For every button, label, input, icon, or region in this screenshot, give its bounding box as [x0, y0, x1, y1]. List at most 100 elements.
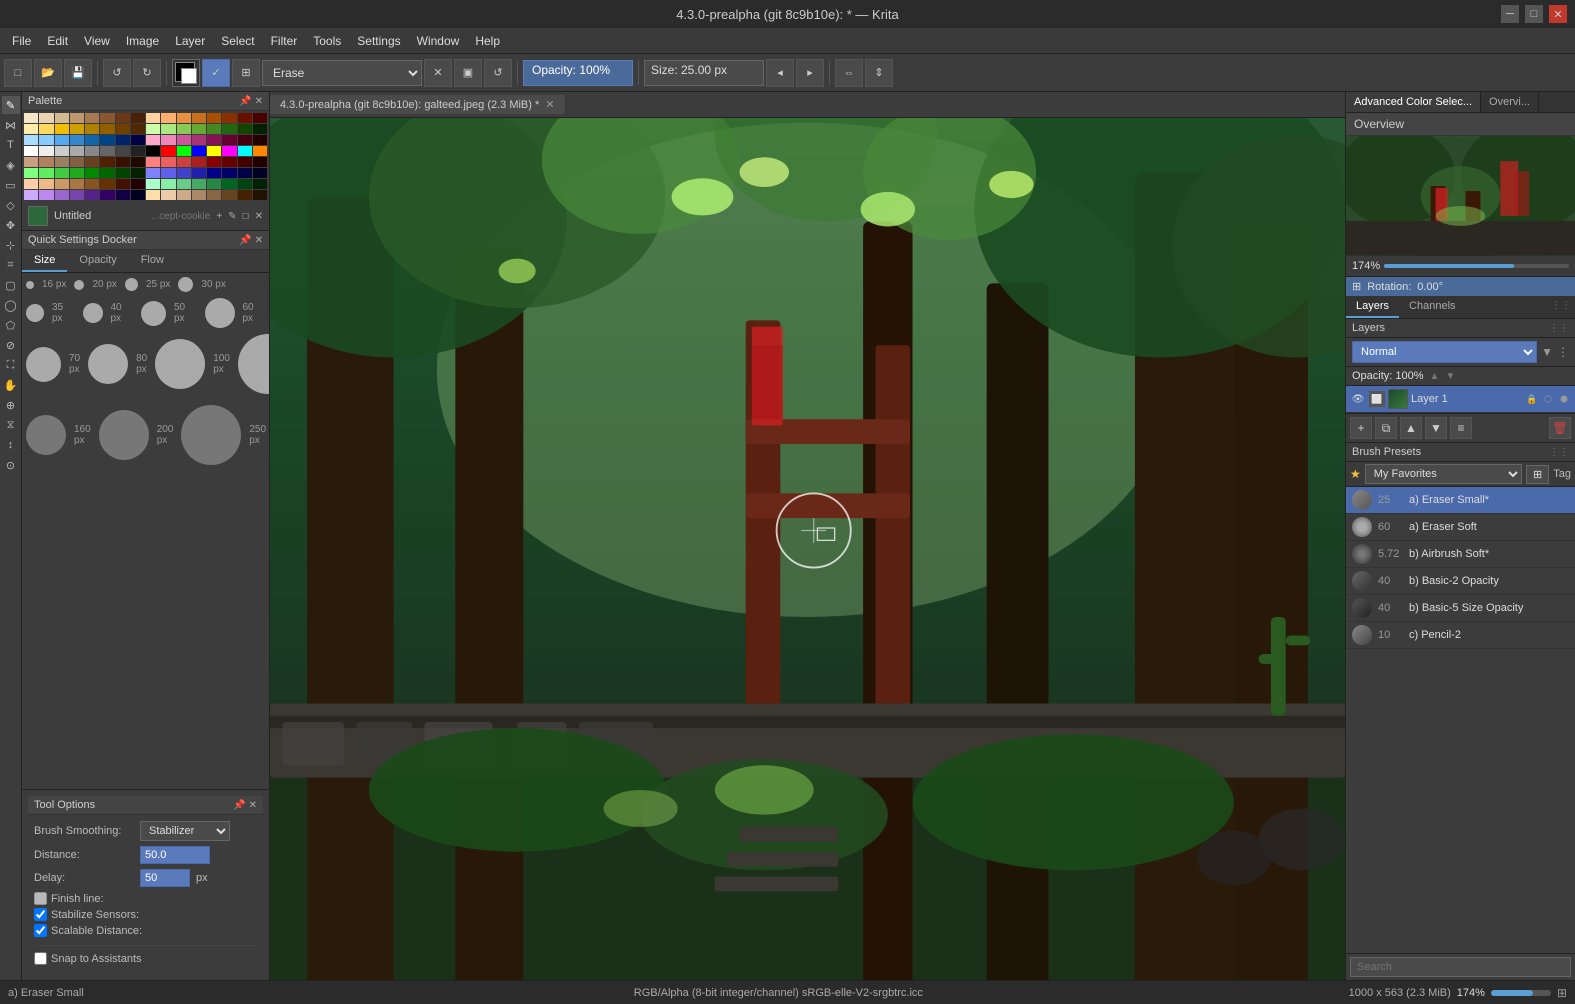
brush-dot-20[interactable]: [74, 280, 84, 290]
brush-dot-16[interactable]: [26, 281, 34, 289]
palette-cell[interactable]: [207, 157, 221, 167]
maximize-button[interactable]: □: [1525, 5, 1543, 23]
layers-options-icon[interactable]: ⋮⋮: [1547, 296, 1575, 318]
favorites-select[interactable]: My Favorites: [1365, 464, 1522, 484]
palette-cell[interactable]: [146, 179, 160, 189]
palette-cell[interactable]: [100, 146, 114, 156]
brush-checkbox[interactable]: ✓: [202, 59, 230, 87]
palette-cell[interactable]: [85, 157, 99, 167]
palette-cell[interactable]: [85, 146, 99, 156]
canvas-tab[interactable]: 4.3.0-prealpha (git 8c9b10e): galteed.jp…: [270, 95, 566, 114]
palette-cell[interactable]: [39, 113, 53, 123]
palette-cell[interactable]: [39, 124, 53, 134]
palette-cell[interactable]: [85, 124, 99, 134]
palette-cell[interactable]: [131, 124, 145, 134]
new-document-button[interactable]: □: [4, 59, 32, 87]
palette-cell[interactable]: [253, 135, 267, 145]
zoom-statusbar-slider[interactable]: [1491, 990, 1551, 996]
layer-properties-button[interactable]: ≡: [1450, 417, 1472, 439]
move-layer-down-button[interactable]: ▼: [1425, 417, 1447, 439]
palette-cell[interactable]: [222, 168, 236, 178]
palette-cell[interactable]: [207, 190, 221, 200]
palette-cell[interactable]: [55, 146, 69, 156]
open-button[interactable]: 📂: [34, 59, 62, 87]
palette-cell[interactable]: [116, 179, 130, 189]
tool-crop[interactable]: ⌗: [2, 256, 20, 274]
palette-cell[interactable]: [161, 179, 175, 189]
palette-cell[interactable]: [192, 168, 206, 178]
fullscreen-icon[interactable]: ⊞: [1557, 986, 1567, 1000]
palette-cell[interactable]: [24, 113, 38, 123]
brush-smoothing-select[interactable]: Stabilizer: [140, 821, 230, 841]
palette-cell[interactable]: [85, 113, 99, 123]
preset-item[interactable]: 40 b) Basic-5 Size Opacity: [1346, 595, 1575, 622]
palette-cell[interactable]: [161, 124, 175, 134]
blend-filter-icon[interactable]: ▼: [1541, 345, 1553, 359]
palette-cell[interactable]: [253, 168, 267, 178]
search-input[interactable]: [1350, 957, 1571, 977]
palette-cell[interactable]: [24, 146, 38, 156]
brush-dot-50[interactable]: [141, 301, 166, 326]
palette-cell[interactable]: [116, 124, 130, 134]
brush-dot-200[interactable]: [99, 410, 149, 460]
erase-clear-button[interactable]: ✕: [424, 59, 452, 87]
palette-cell[interactable]: [70, 157, 84, 167]
zoom-slider[interactable]: [1384, 264, 1569, 268]
erase-confirm-button[interactable]: ▣: [454, 59, 482, 87]
palette-cell[interactable]: [161, 146, 175, 156]
palette-cell[interactable]: [146, 157, 160, 167]
palette-cell[interactable]: [116, 113, 130, 123]
delete-layer-button[interactable]: 🗑: [1549, 417, 1571, 439]
palette-cell[interactable]: [253, 146, 267, 156]
palette-cell[interactable]: [55, 124, 69, 134]
palette-cell[interactable]: [70, 113, 84, 123]
qs-tab-opacity[interactable]: Opacity: [67, 250, 128, 272]
palette-cell[interactable]: [116, 190, 130, 200]
palette-cell[interactable]: [238, 190, 252, 200]
minimize-button[interactable]: ─: [1501, 5, 1519, 23]
palette-delete-button[interactable]: ✕: [255, 211, 263, 222]
tool-assistant[interactable]: ⧖: [2, 416, 20, 434]
tool-multibrush[interactable]: ⋈: [2, 116, 20, 134]
close-button[interactable]: ✕: [1549, 5, 1567, 23]
palette-cell[interactable]: [207, 179, 221, 189]
palette-cell[interactable]: [146, 135, 160, 145]
brush-presets-menu-icon[interactable]: ⋮⋮: [1549, 447, 1569, 458]
to-close-button[interactable]: ✕: [249, 800, 257, 811]
brush-dot-60[interactable]: [205, 298, 235, 328]
palette-cell[interactable]: [24, 168, 38, 178]
preset-item[interactable]: 25 a) Eraser Small*: [1346, 487, 1575, 514]
palette-cell[interactable]: [161, 168, 175, 178]
menu-tools[interactable]: Tools: [305, 32, 349, 50]
palette-cell[interactable]: [253, 124, 267, 134]
palette-cell[interactable]: [177, 135, 191, 145]
palette-cell[interactable]: [222, 113, 236, 123]
palette-cell[interactable]: [55, 190, 69, 200]
menu-select[interactable]: Select: [213, 32, 262, 50]
finish-line-checkbox[interactable]: [34, 892, 47, 905]
brush-dot-40[interactable]: [83, 303, 103, 323]
tool-polygon-select[interactable]: ⬠: [2, 316, 20, 334]
brush-dot-120[interactable]: [238, 334, 269, 394]
menu-view[interactable]: View: [76, 32, 118, 50]
palette-cell[interactable]: [207, 146, 221, 156]
palette-cell[interactable]: [39, 157, 53, 167]
palette-pin-button[interactable]: 📌: [239, 96, 251, 107]
menu-settings[interactable]: Settings: [349, 32, 408, 50]
palette-cell[interactable]: [39, 146, 53, 156]
tool-measure[interactable]: ↕: [2, 436, 20, 454]
menu-edit[interactable]: Edit: [39, 32, 76, 50]
erase-refresh-button[interactable]: ↺: [484, 59, 512, 87]
tab-overview[interactable]: Overvi...: [1481, 92, 1539, 112]
qs-tab-flow[interactable]: Flow: [129, 250, 176, 272]
brush-dot-250[interactable]: [181, 405, 241, 465]
palette-cell[interactable]: [146, 113, 160, 123]
palette-cell[interactable]: [177, 157, 191, 167]
tab-layers[interactable]: Layers: [1346, 296, 1399, 318]
palette-cell[interactable]: [39, 190, 53, 200]
palette-cell[interactable]: [100, 168, 114, 178]
tool-gradient[interactable]: ▭: [2, 176, 20, 194]
palette-cell[interactable]: [177, 113, 191, 123]
menu-help[interactable]: Help: [467, 32, 508, 50]
palette-cell[interactable]: [222, 190, 236, 200]
